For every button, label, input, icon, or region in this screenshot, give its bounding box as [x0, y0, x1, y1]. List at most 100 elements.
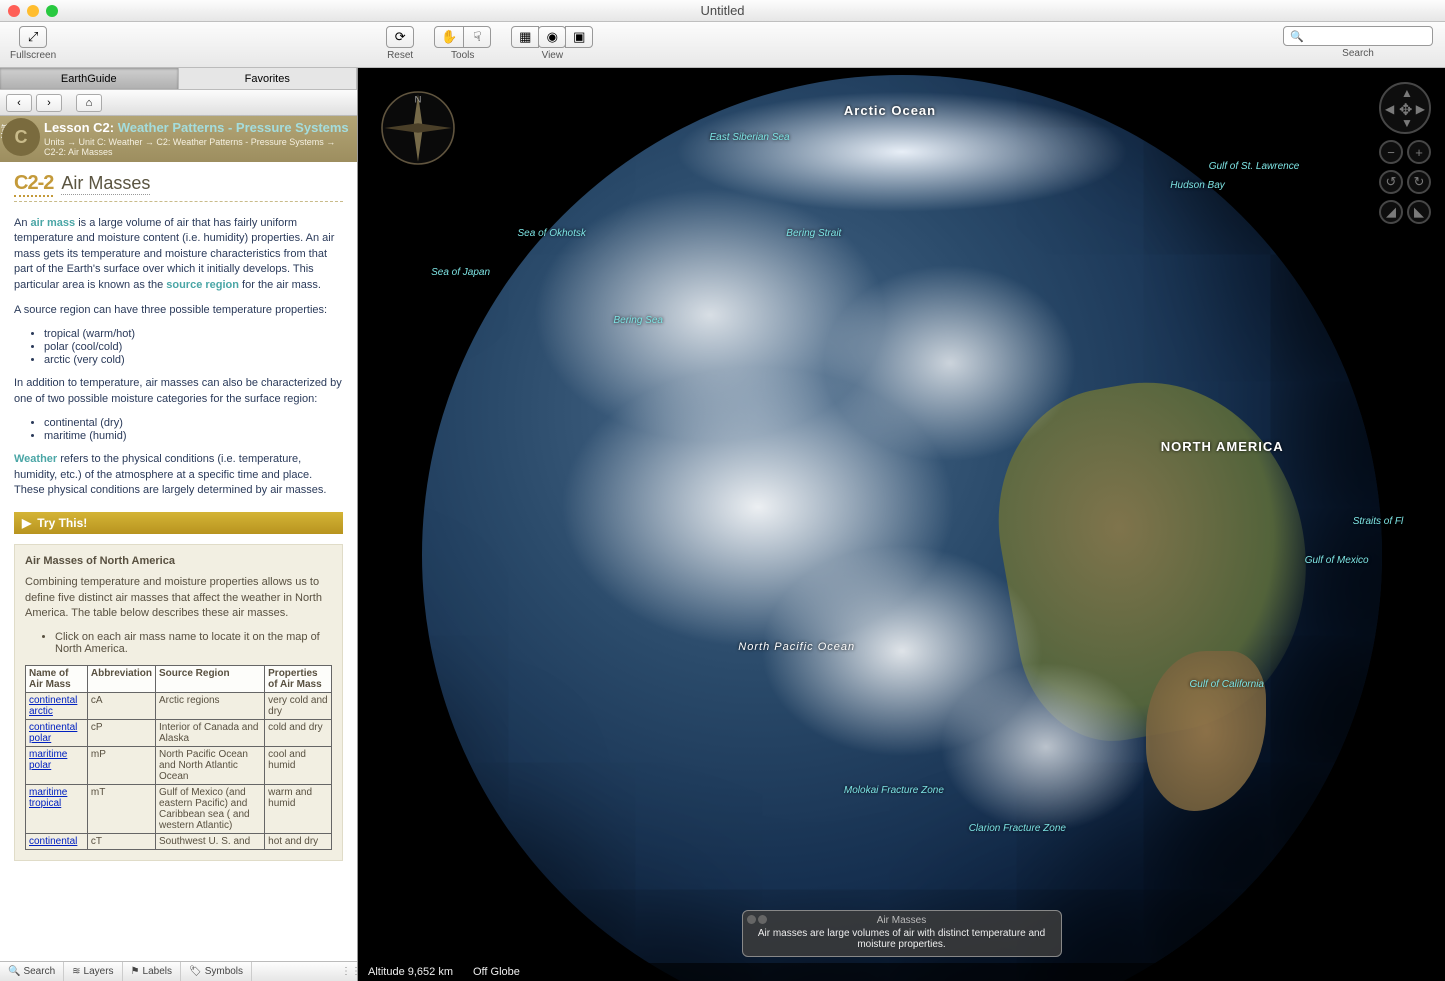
fullscreen-icon: ⤢: [28, 29, 38, 45]
reset-label: Reset: [387, 50, 413, 61]
airmass-link[interactable]: continental polar: [29, 722, 77, 744]
rotate-ccw-icon: ↺: [1386, 174, 1397, 190]
search-input[interactable]: 🔍: [1283, 26, 1433, 46]
panel-icon: ▣: [573, 29, 585, 45]
view-grid-button[interactable]: ▦: [511, 26, 539, 48]
airmass-link[interactable]: continental: [29, 836, 77, 847]
arrow-right-icon: ▶: [1416, 102, 1425, 116]
arrow-up-icon: ▲: [1401, 86, 1413, 100]
airmass-link[interactable]: continental arctic: [29, 695, 77, 717]
tab-favorites[interactable]: Favorites: [179, 68, 358, 89]
nav-home-button[interactable]: ⌂: [76, 94, 102, 112]
tools-pan-button[interactable]: ✋: [434, 26, 464, 48]
term-source-region[interactable]: source region: [166, 279, 239, 291]
table-header: Source Region: [155, 666, 264, 693]
fullscreen-button[interactable]: ⤢: [19, 26, 47, 48]
moisture-list: continental (dry) maritime (humid): [44, 417, 343, 442]
fullscreen-label: Fullscreen: [10, 50, 56, 61]
nav-forward-button[interactable]: ›: [36, 94, 62, 112]
tilt-icon: ◣: [1414, 204, 1424, 220]
unit-badge: C: [2, 118, 40, 156]
table-row: continental arcticcAArctic regionsvery c…: [26, 693, 332, 720]
list-item: arctic (very cold): [44, 354, 343, 366]
try-bullet: Click on each air mass name to locate it…: [55, 631, 332, 655]
maximize-button[interactable]: [46, 5, 58, 17]
search-label: Search: [1342, 48, 1374, 59]
table-row: continental polarcPInterior of Canada an…: [26, 720, 332, 747]
rotate-cw-icon: ↻: [1414, 174, 1425, 190]
content-area: C2-2 Air Masses An air mass is a large v…: [0, 162, 357, 961]
paragraph-4: Weather refers to the physical condition…: [14, 452, 343, 498]
label-hudson-bay: Hudson Bay: [1170, 180, 1224, 191]
label-bering-sea: Bering Sea: [614, 315, 663, 326]
lesson-title-link[interactable]: Weather Patterns - Pressure Systems: [118, 120, 349, 135]
label-clarion: Clarion Fracture Zone: [969, 823, 1066, 834]
resize-handle[interactable]: ⋮⋮: [345, 962, 357, 981]
traffic-lights: [8, 5, 58, 17]
window-title: Untitled: [700, 3, 744, 18]
hand-icon: ✋: [441, 29, 457, 45]
cloud-layer: [422, 75, 1382, 981]
titlebar: Untitled: [0, 0, 1445, 22]
home-icon: ⌂: [86, 97, 93, 109]
view-label: View: [542, 50, 564, 61]
term-weather[interactable]: Weather: [14, 453, 57, 465]
tilt-icon: ◢: [1386, 204, 1396, 220]
bottom-tab-bar: 🔍Search ≋Layers ⚑Labels 🏷Symbols ⋮⋮: [0, 961, 357, 981]
zoom-in-button[interactable]: +: [1407, 140, 1431, 164]
airmass-link[interactable]: maritime tropical: [29, 787, 67, 809]
section-number: C2-2: [14, 172, 53, 197]
label-gulf-mexico: Gulf of Mexico: [1305, 555, 1369, 566]
bottom-tab-search[interactable]: 🔍Search: [0, 962, 64, 981]
info-title: Air Masses: [751, 915, 1053, 926]
info-controls: [747, 915, 767, 924]
tools-select-button[interactable]: ☟: [463, 26, 491, 48]
bottom-tab-symbols[interactable]: 🏷Symbols: [181, 962, 252, 981]
toolbar: ⤢ Fullscreen ⟳ Reset ✋ ☟ Tools ▦ ◉ ▣ Vie…: [0, 22, 1445, 68]
flag-icon: ⚑: [131, 966, 140, 977]
table-row: maritime tropicalmTGulf of Mexico (and e…: [26, 785, 332, 834]
close-button[interactable]: [8, 5, 20, 17]
sidebar: EarthGuide Favorites ‹ › ⌂ Unit C Lesson…: [0, 68, 358, 981]
grid-icon: ▦: [519, 29, 531, 45]
reset-button[interactable]: ⟳: [386, 26, 414, 48]
paragraph-1: An air mass is a large volume of air tha…: [14, 216, 343, 293]
zoom-out-button[interactable]: −: [1379, 140, 1403, 164]
tab-earthguide[interactable]: EarthGuide: [0, 68, 179, 89]
term-air-mass[interactable]: air mass: [31, 217, 76, 229]
list-item: tropical (warm/hot): [44, 328, 343, 340]
info-body: Air masses are large volumes of air with…: [751, 928, 1053, 950]
rotate-ccw-button[interactable]: ↺: [1379, 170, 1403, 194]
view-globe-button[interactable]: ◉: [538, 26, 566, 48]
label-arctic-ocean: Arctic Ocean: [844, 103, 936, 118]
globe-viewport[interactable]: Arctic Ocean East Siberian Sea Bering St…: [358, 68, 1445, 981]
layers-icon: ≋: [72, 966, 80, 977]
list-item: polar (cool/cold): [44, 341, 343, 353]
compass-widget[interactable]: N: [378, 88, 458, 168]
info-close-button[interactable]: [747, 915, 756, 924]
earth-globe[interactable]: Arctic Ocean East Siberian Sea Bering St…: [422, 75, 1382, 981]
nav-back-button[interactable]: ‹: [6, 94, 32, 112]
minimize-button[interactable]: [27, 5, 39, 17]
search-field[interactable]: [1308, 30, 1431, 42]
nav-pan-pad[interactable]: ▲ ▼ ◀ ▶ ✥: [1379, 82, 1431, 134]
label-bering-strait: Bering Strait: [786, 228, 841, 239]
table-row: maritime polarmPNorth Pacific Ocean and …: [26, 747, 332, 785]
view-panel-button[interactable]: ▣: [565, 26, 593, 48]
try-this-header: ▶ Try This!: [14, 512, 343, 534]
bottom-tab-labels[interactable]: ⚑Labels: [123, 962, 181, 981]
search-icon: 🔍: [1290, 30, 1304, 43]
tilt-down-button[interactable]: ◢: [1379, 200, 1403, 224]
temperature-list: tropical (warm/hot) polar (cool/cold) ar…: [44, 328, 343, 366]
globe-icon: ◉: [547, 29, 558, 45]
tilt-up-button[interactable]: ◣: [1407, 200, 1431, 224]
tools-label: Tools: [451, 50, 474, 61]
info-min-button[interactable]: [758, 915, 767, 924]
label-north-america: NORTH AMERICA: [1161, 439, 1284, 454]
table-header: Abbreviation: [87, 666, 155, 693]
paragraph-3: In addition to temperature, air masses c…: [14, 376, 343, 407]
rotate-cw-button[interactable]: ↻: [1407, 170, 1431, 194]
airmass-link[interactable]: maritime polar: [29, 749, 67, 771]
breadcrumb: Units → Unit C: Weather → C2: Weather Pa…: [44, 137, 351, 157]
bottom-tab-layers[interactable]: ≋Layers: [64, 962, 122, 981]
